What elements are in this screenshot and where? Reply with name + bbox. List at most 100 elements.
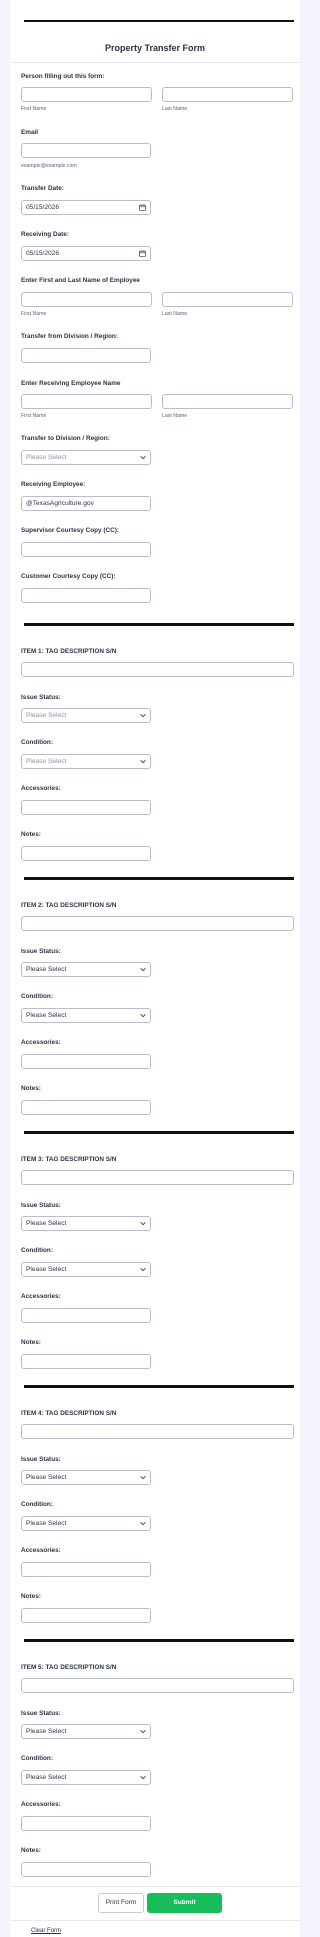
item-3-divider: [24, 1131, 294, 1134]
item-1-input[interactable]: [21, 662, 294, 677]
item-1-condition-selected: Please Select: [26, 758, 67, 765]
item-3-notes-input[interactable]: [21, 1354, 151, 1369]
item-4-issue-status-label: Issue Status:: [21, 1456, 61, 1463]
chevron-down-icon: [140, 1521, 146, 1526]
receiving-date-input[interactable]: 05/15/2026: [21, 246, 151, 261]
item-1-accessories-label: Accessories:: [21, 785, 61, 792]
clear-form-link[interactable]: Clear Form: [31, 1928, 61, 1934]
employee-last-sublabel: Last Name: [162, 311, 188, 317]
item-5-condition-selected: Please Select: [26, 1774, 67, 1781]
receiving-date-value: 05/15/2026: [26, 250, 60, 257]
customer-cc-input[interactable]: [21, 588, 151, 603]
chevron-down-icon: [140, 713, 146, 718]
receiving-first-input[interactable]: [21, 394, 152, 409]
item-5-notes-input[interactable]: [21, 1862, 151, 1877]
item-2-accessories-label: Accessories:: [21, 1039, 61, 1046]
item-3-condition-select[interactable]: Please Select: [21, 1262, 151, 1277]
receiving-employee-label: Receiving Employee:: [21, 481, 86, 488]
customer-cc-label: Customer Courtesy Copy (CC):: [21, 573, 116, 580]
item-4-accessories-label: Accessories:: [21, 1547, 61, 1554]
person-filling-last-input[interactable]: [162, 87, 293, 102]
item-2-issue-status-selected: Please Select: [26, 966, 67, 973]
item-1-issue-status-label: Issue Status:: [21, 694, 61, 701]
transfer-from-input[interactable]: [21, 348, 151, 363]
item-4-label: ITEM 4: TAG DESCRIPTION S/N: [21, 1410, 117, 1417]
item-1-issue-status-selected: Please Select: [26, 712, 67, 719]
email-sublabel: example@example.com: [21, 163, 77, 169]
item-4-condition-label: Condition:: [21, 1501, 53, 1508]
item-3-accessories-label: Accessories:: [21, 1293, 61, 1300]
chevron-down-icon: [140, 1013, 146, 1018]
item-4-issue-status-select[interactable]: Please Select: [21, 1470, 151, 1485]
item-1-notes-input[interactable]: [21, 846, 151, 861]
item-5-condition-select[interactable]: Please Select: [21, 1770, 151, 1785]
transfer-date-input[interactable]: 05/15/2026: [21, 200, 151, 215]
title-separator: [10, 62, 300, 63]
item-1-divider: [24, 623, 294, 626]
employee-last-input[interactable]: [162, 292, 293, 307]
item-5-input[interactable]: [21, 1678, 294, 1693]
item-2-condition-label: Condition:: [21, 993, 53, 1000]
item-5-issue-status-select[interactable]: Please Select: [21, 1724, 151, 1739]
print-form-button[interactable]: Print Form: [98, 1893, 144, 1913]
item-1-notes-label: Notes:: [21, 831, 41, 838]
item-2-divider: [24, 877, 294, 880]
item-2-condition-select[interactable]: Please Select: [21, 1008, 151, 1023]
item-1-condition-select[interactable]: Please Select: [21, 754, 151, 769]
receiving-last-sublabel: Last Name: [162, 413, 188, 419]
chevron-down-icon: [140, 1775, 146, 1780]
item-5-condition-label: Condition:: [21, 1755, 53, 1762]
item-4-condition-select[interactable]: Please Select: [21, 1516, 151, 1531]
receiving-employee-name-label: Enter Receiving Employee Name: [21, 380, 121, 387]
receiving-employee-input[interactable]: @TexasAgriculture.gov: [21, 496, 151, 511]
chevron-down-icon: [140, 759, 146, 764]
transfer-from-label: Transfer from Division / Region:: [21, 333, 118, 340]
item-2-label: ITEM 2: TAG DESCRIPTION S/N: [21, 902, 117, 909]
item-4-input[interactable]: [21, 1424, 294, 1439]
chevron-down-icon: [140, 967, 146, 972]
item-3-input[interactable]: [21, 1170, 294, 1185]
chevron-down-icon: [140, 455, 146, 460]
item-2-condition-selected: Please Select: [26, 1012, 67, 1019]
employee-name-label: Enter First and Last Name of Employee: [21, 277, 140, 284]
item-2-input[interactable]: [21, 916, 294, 931]
item-4-accessories-input[interactable]: [21, 1562, 151, 1577]
employee-first-input[interactable]: [21, 292, 152, 307]
button-separator: [10, 1886, 300, 1887]
item-3-label: ITEM 3: TAG DESCRIPTION S/N: [21, 1156, 117, 1163]
item-3-condition-selected: Please Select: [26, 1266, 67, 1273]
item-2-issue-status-select[interactable]: Please Select: [21, 962, 151, 977]
item-1-condition-label: Condition:: [21, 739, 53, 746]
employee-first-sublabel: First Name: [21, 311, 47, 317]
item-1-issue-status-select[interactable]: Please Select: [21, 708, 151, 723]
item-5-label: ITEM 5: TAG DESCRIPTION S/N: [21, 1664, 117, 1671]
form-card: Property Transfer Form Person filling ou…: [10, 0, 300, 1937]
receiving-last-input[interactable]: [162, 394, 293, 409]
calendar-icon[interactable]: [139, 204, 146, 211]
person-filling-first-sublabel: First Name: [21, 106, 47, 112]
submit-button[interactable]: Submit: [147, 1893, 222, 1913]
item-2-notes-input[interactable]: [21, 1100, 151, 1115]
item-2-accessories-input[interactable]: [21, 1054, 151, 1069]
item-3-notes-label: Notes:: [21, 1339, 41, 1346]
person-filling-first-input[interactable]: [21, 87, 152, 102]
supervisor-cc-input[interactable]: [21, 542, 151, 557]
item-1-label: ITEM 1: TAG DESCRIPTION S/N: [21, 648, 117, 655]
chevron-down-icon: [140, 1475, 146, 1480]
item-4-divider: [24, 1385, 294, 1388]
item-4-notes-input[interactable]: [21, 1608, 151, 1623]
item-3-accessories-input[interactable]: [21, 1308, 151, 1323]
transfer-to-select[interactable]: Please Select: [21, 450, 151, 465]
item-1-accessories-input[interactable]: [21, 800, 151, 815]
receiving-date-label: Receiving Date:: [21, 231, 69, 238]
item-5-notes-label: Notes:: [21, 1847, 41, 1854]
person-filling-last-sublabel: Last Name: [162, 106, 188, 112]
email-input[interactable]: [21, 143, 151, 158]
item-5-accessories-input[interactable]: [21, 1816, 151, 1831]
item-3-issue-status-selected: Please Select: [26, 1220, 67, 1227]
receiving-first-sublabel: First Name: [21, 413, 47, 419]
calendar-icon[interactable]: [139, 250, 146, 257]
item-3-issue-status-select[interactable]: Please Select: [21, 1216, 151, 1231]
transfer-to-label: Transfer to Division / Region:: [21, 435, 110, 442]
footer-separator: [10, 1920, 300, 1921]
